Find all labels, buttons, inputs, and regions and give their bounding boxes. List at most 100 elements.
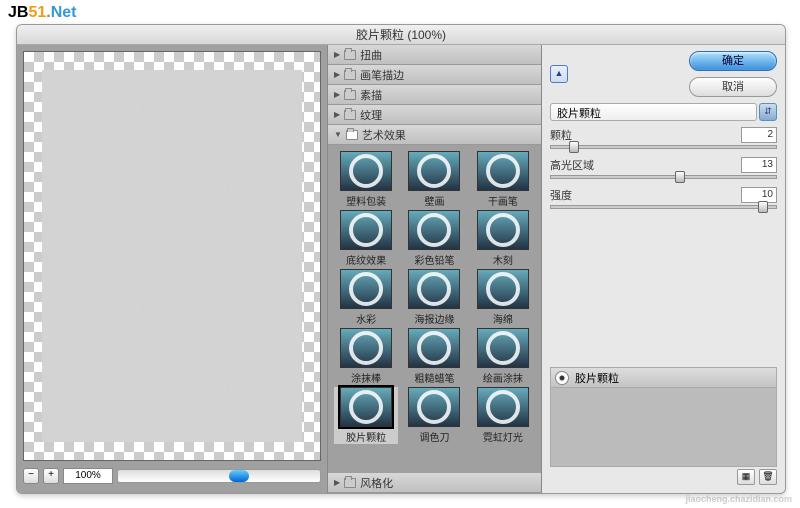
- thumbnail-image: [340, 328, 392, 368]
- category-row[interactable]: ▶风格化: [328, 473, 541, 493]
- category-label: 艺术效果: [362, 127, 406, 143]
- filter-thumbnail[interactable]: 涂抹棒: [334, 328, 398, 385]
- filter-thumbnail[interactable]: 彩色铅笔: [402, 210, 466, 267]
- visibility-icon[interactable]: [555, 371, 569, 385]
- zoom-thumb[interactable]: [229, 470, 249, 482]
- slider-group: 颗粒 2: [550, 127, 777, 149]
- slider-value-input[interactable]: 2: [741, 127, 777, 143]
- filter-thumbnail[interactable]: 粗糙蜡笔: [402, 328, 466, 385]
- zoom-value[interactable]: 100%: [63, 468, 113, 484]
- slider-track[interactable]: [550, 205, 777, 209]
- filter-thumbnail[interactable]: 干画笔: [471, 151, 535, 208]
- category-label: 扭曲: [360, 47, 382, 63]
- slider-label: 强度: [550, 187, 572, 203]
- thumbnail-label: 壁画: [402, 193, 466, 208]
- thumbnail-label: 海报边缘: [402, 311, 466, 326]
- thumbnail-label: 调色刀: [402, 429, 466, 444]
- folder-icon: [346, 130, 358, 140]
- delete-effect-layer-button[interactable]: 🗑: [759, 469, 777, 485]
- slider-group: 强度 10: [550, 187, 777, 209]
- collapse-button[interactable]: ▲: [550, 65, 568, 83]
- thumbnail-image: [340, 151, 392, 191]
- thumbnail-label: 底纹效果: [334, 252, 398, 267]
- folder-icon: [344, 478, 356, 488]
- category-label: 素描: [360, 87, 382, 103]
- category-row[interactable]: ▶ 扭曲: [328, 45, 541, 65]
- filter-thumbnail[interactable]: 海绵: [471, 269, 535, 326]
- thumbnail-image: [340, 269, 392, 309]
- filter-thumbnail[interactable]: 壁画: [402, 151, 466, 208]
- triangle-right-icon: ▶: [334, 90, 340, 99]
- slider-thumb[interactable]: [675, 171, 685, 183]
- filter-thumbnail[interactable]: 调色刀: [402, 387, 466, 444]
- filter-gallery-window: 胶片颗粒 (100%) − + 100% ▶ 扭曲 ▶ 画笔描边 ▶ 素描 ▶ 纹理 ▼ 艺术效果…: [16, 24, 786, 494]
- folder-icon: [344, 50, 356, 60]
- filter-thumbnail[interactable]: 塑料包装: [334, 151, 398, 208]
- thumbnail-label: 水彩: [334, 311, 398, 326]
- thumbnail-label: 彩色铅笔: [402, 252, 466, 267]
- window-title: 胶片颗粒 (100%): [17, 25, 785, 45]
- slider-value-input[interactable]: 13: [741, 157, 777, 173]
- thumbnail-image: [477, 387, 529, 427]
- filter-thumbnail[interactable]: 胶片颗粒: [334, 387, 398, 444]
- filter-thumbnail[interactable]: 底纹效果: [334, 210, 398, 267]
- thumbnail-label: 绘画涂抹: [471, 370, 535, 385]
- triangle-right-icon: ▶: [334, 70, 340, 79]
- preview-canvas[interactable]: [23, 51, 321, 461]
- triangle-down-icon: ▼: [334, 130, 342, 139]
- filter-thumbnail[interactable]: 木刻: [471, 210, 535, 267]
- filter-thumbnail[interactable]: 霓虹灯光: [471, 387, 535, 444]
- category-row[interactable]: ▶ 纹理: [328, 105, 541, 125]
- slider-track[interactable]: [550, 175, 777, 179]
- category-row[interactable]: ▶ 画笔描边: [328, 65, 541, 85]
- slider-group: 高光区域 13: [550, 157, 777, 179]
- dropdown-arrow-icon[interactable]: ⇵: [759, 103, 777, 121]
- triangle-right-icon: ▶: [334, 50, 340, 59]
- thumbnails-grid: 塑料包装壁画干画笔底纹效果彩色铅笔木刻水彩海报边缘海绵涂抹棒粗糙蜡笔绘画涂抹胶片…: [328, 145, 541, 473]
- thumbnail-image: [408, 269, 460, 309]
- thumbnail-label: 涂抹棒: [334, 370, 398, 385]
- category-row[interactable]: ▶ 素描: [328, 85, 541, 105]
- thumbnail-label: 塑料包装: [334, 193, 398, 208]
- filter-thumbnail[interactable]: 水彩: [334, 269, 398, 326]
- thumbnail-label: 海绵: [471, 311, 535, 326]
- thumbnail-image: [408, 151, 460, 191]
- zoom-slider[interactable]: [117, 469, 321, 483]
- slider-label: 高光区域: [550, 157, 594, 173]
- settings-panel: ▲ 确定 取消 胶片颗粒 ⇵ 颗粒 2 高光区域 13 强: [542, 45, 785, 493]
- effect-layers-panel: 胶片颗粒: [550, 367, 777, 467]
- new-effect-layer-button[interactable]: ▦: [737, 469, 755, 485]
- filter-dropdown-value: 胶片颗粒: [550, 103, 757, 121]
- thumbnail-image: [340, 387, 392, 427]
- triangle-right-icon: ▶: [334, 110, 340, 119]
- filter-thumbnail[interactable]: 海报边缘: [402, 269, 466, 326]
- thumbnail-image: [477, 210, 529, 250]
- thumbnail-image: [408, 210, 460, 250]
- preview-panel: − + 100%: [17, 45, 327, 493]
- folder-icon: [344, 70, 356, 80]
- effect-layer-name[interactable]: 胶片颗粒: [575, 370, 619, 386]
- category-row[interactable]: ▼ 艺术效果: [328, 125, 541, 145]
- slider-thumb[interactable]: [569, 141, 579, 153]
- filter-thumbnail[interactable]: 绘画涂抹: [471, 328, 535, 385]
- slider-thumb[interactable]: [758, 201, 768, 213]
- effect-layers-body[interactable]: [551, 388, 776, 466]
- ok-button[interactable]: 确定: [689, 51, 777, 71]
- filter-dropdown[interactable]: 胶片颗粒 ⇵: [550, 103, 777, 121]
- folder-icon: [344, 110, 356, 120]
- category-label: 风格化: [360, 475, 393, 491]
- thumbnail-label: 胶片颗粒: [334, 429, 398, 444]
- zoom-in-button[interactable]: +: [43, 468, 59, 484]
- watermark-top: JB51.Net: [8, 4, 76, 22]
- cancel-button[interactable]: 取消: [689, 77, 777, 97]
- thumbnail-label: 霓虹灯光: [471, 429, 535, 444]
- category-label: 纹理: [360, 107, 382, 123]
- zoom-bar: − + 100%: [23, 465, 321, 487]
- thumbnail-label: 粗糙蜡笔: [402, 370, 466, 385]
- thumbnail-image: [408, 328, 460, 368]
- thumbnail-label: 木刻: [471, 252, 535, 267]
- slider-track[interactable]: [550, 145, 777, 149]
- zoom-out-button[interactable]: −: [23, 468, 39, 484]
- category-label: 画笔描边: [360, 67, 404, 83]
- thumbnail-image: [408, 387, 460, 427]
